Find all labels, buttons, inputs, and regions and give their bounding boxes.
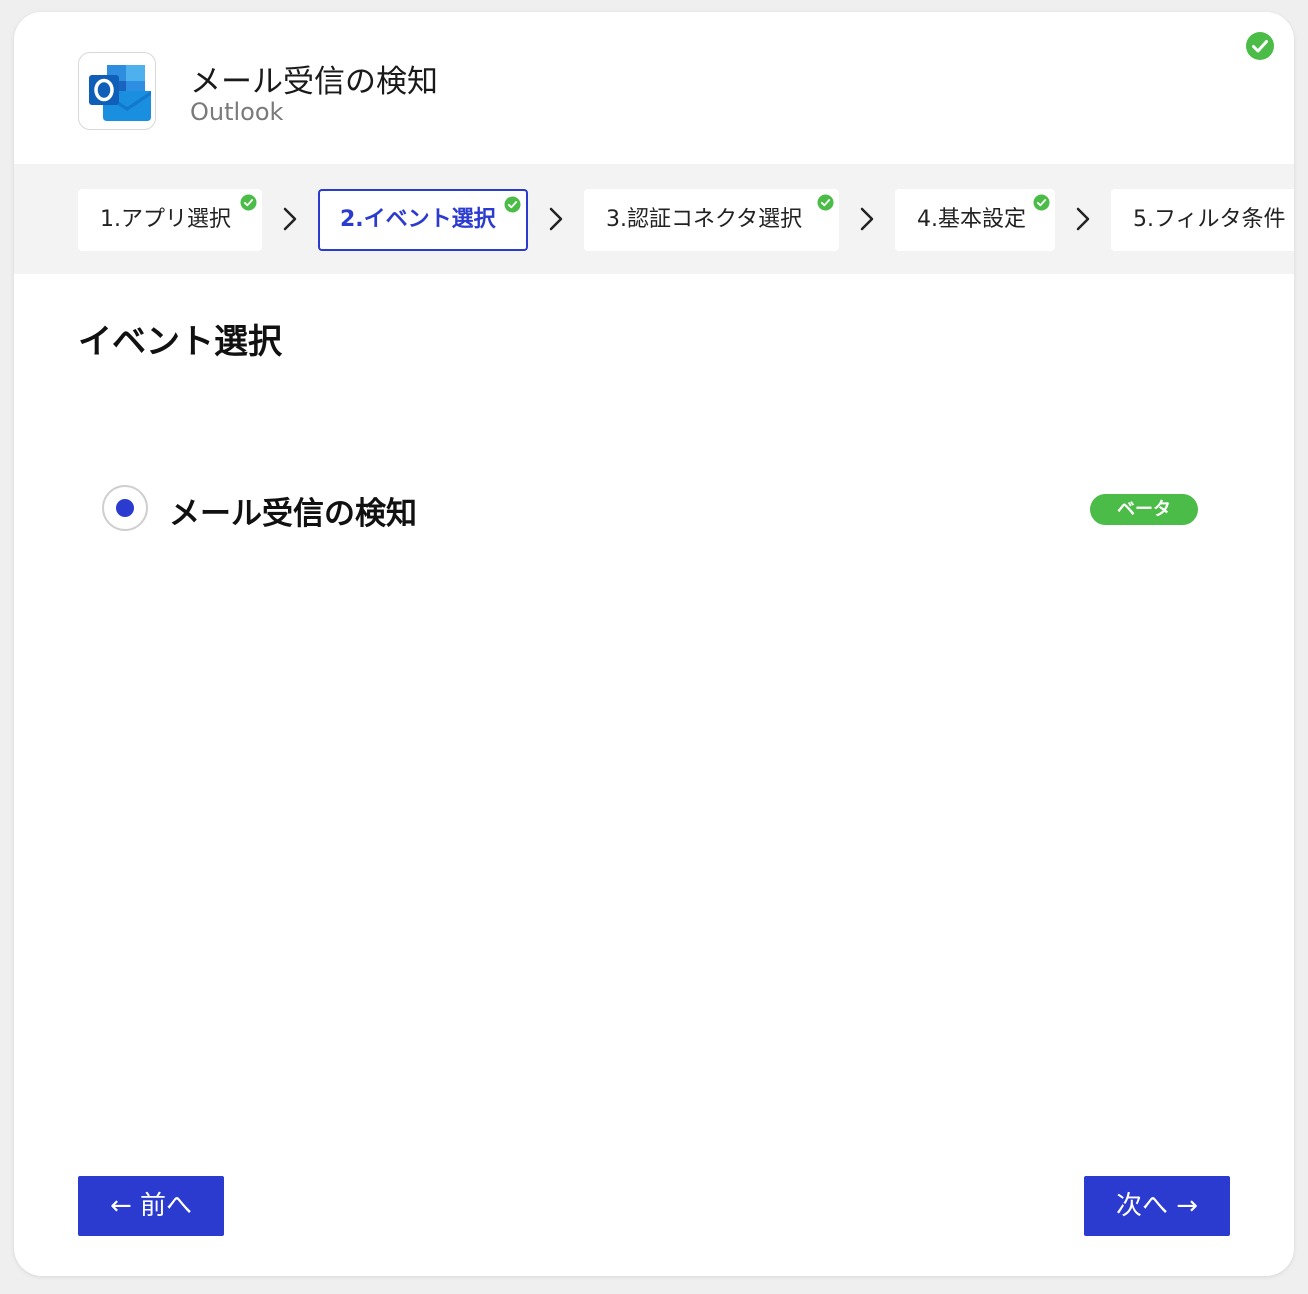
step-app-select[interactable]: 1.アプリ選択: [78, 189, 262, 251]
card-header: メール受信の検知 Outlook: [14, 12, 1294, 164]
step-label: 4.基本設定: [917, 207, 1026, 232]
chevron-right-icon: [549, 207, 563, 231]
app-title: メール受信の検知: [190, 64, 438, 100]
chevron-right-icon: [1076, 207, 1090, 231]
step-label: 2.イベント選択: [340, 207, 496, 232]
chevron-right-icon: [860, 207, 874, 231]
section-title: イベント選択: [78, 322, 282, 362]
check-circle-icon: [1246, 32, 1274, 60]
next-button[interactable]: 次へ →: [1084, 1176, 1230, 1236]
check-circle-icon: [240, 194, 257, 211]
app-subtitle: Outlook: [190, 98, 284, 126]
outlook-logo-icon: [89, 65, 151, 121]
radio-selected-dot: [116, 499, 134, 517]
step-label: 3.認証コネクタ選択: [606, 207, 803, 232]
step-filter-conditions[interactable]: 5.フィルタ条件: [1111, 189, 1294, 251]
step-connector-select[interactable]: 3.認証コネクタ選択: [584, 189, 839, 251]
trigger-setup-card: メール受信の検知 Outlook 1.アプリ選択 2.イベント選択 3.認証コネ…: [14, 12, 1294, 1276]
step-event-select[interactable]: 2.イベント選択: [318, 189, 528, 251]
check-circle-icon: [504, 196, 521, 213]
event-option-radio[interactable]: [102, 485, 148, 531]
beta-badge: ベータ: [1090, 494, 1198, 525]
step-label: 5.フィルタ条件: [1133, 207, 1286, 232]
chevron-right-icon: [283, 207, 297, 231]
prev-button[interactable]: ← 前へ: [78, 1176, 224, 1236]
check-circle-icon: [1033, 194, 1050, 211]
app-logo: [78, 52, 156, 130]
step-basic-settings[interactable]: 4.基本設定: [895, 189, 1055, 251]
check-circle-icon: [817, 194, 834, 211]
stepper: 1.アプリ選択 2.イベント選択 3.認証コネクタ選択 4.基本設定 5.フィル…: [14, 164, 1294, 274]
step-label: 1.アプリ選択: [100, 207, 231, 232]
event-option-label[interactable]: メール受信の検知: [169, 488, 417, 533]
